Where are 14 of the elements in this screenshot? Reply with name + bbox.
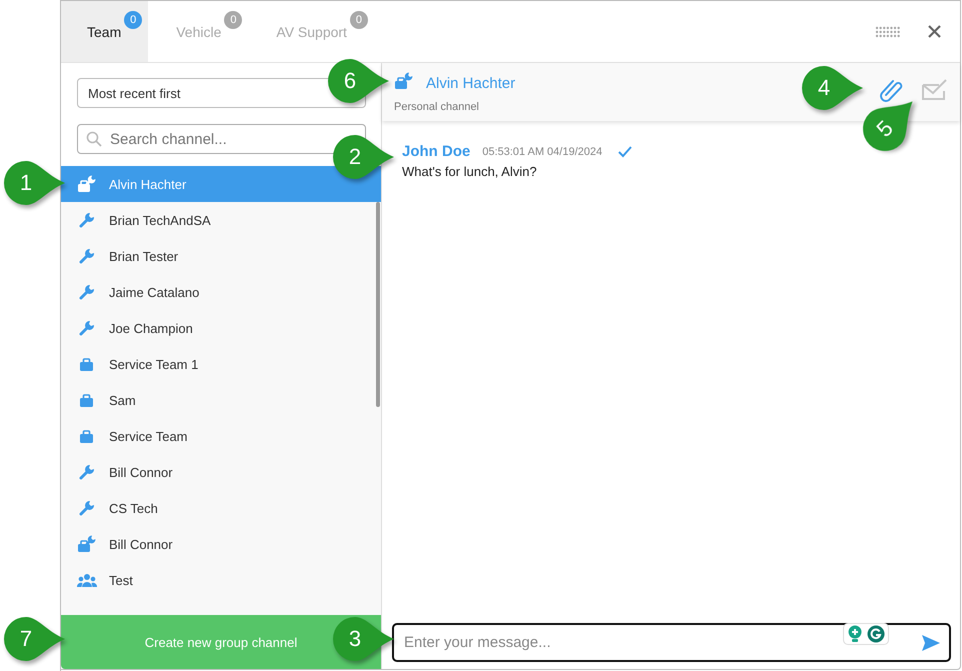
callout-tooltip: 3 xyxy=(331,616,395,662)
count-badge: 0 xyxy=(224,11,242,29)
count-badge: 0 xyxy=(124,11,142,29)
message-author: John Doe xyxy=(402,143,470,160)
callout-tooltip: 2 xyxy=(331,134,395,180)
channel-title: Alvin Hachter xyxy=(426,74,516,92)
channel-subtitle: Personal channel xyxy=(394,100,480,112)
callout-tooltip: 4 xyxy=(800,65,864,111)
message-time: 05:53:01 AM 04/19/2024 xyxy=(482,146,602,158)
message-text: What's for lunch, Alvin? xyxy=(402,164,538,179)
callout-tooltip: 6 xyxy=(326,58,390,104)
count-badge: 0 xyxy=(350,11,368,29)
callout-tooltip: 1 xyxy=(2,160,66,206)
callout-tooltip: 7 xyxy=(2,616,66,662)
